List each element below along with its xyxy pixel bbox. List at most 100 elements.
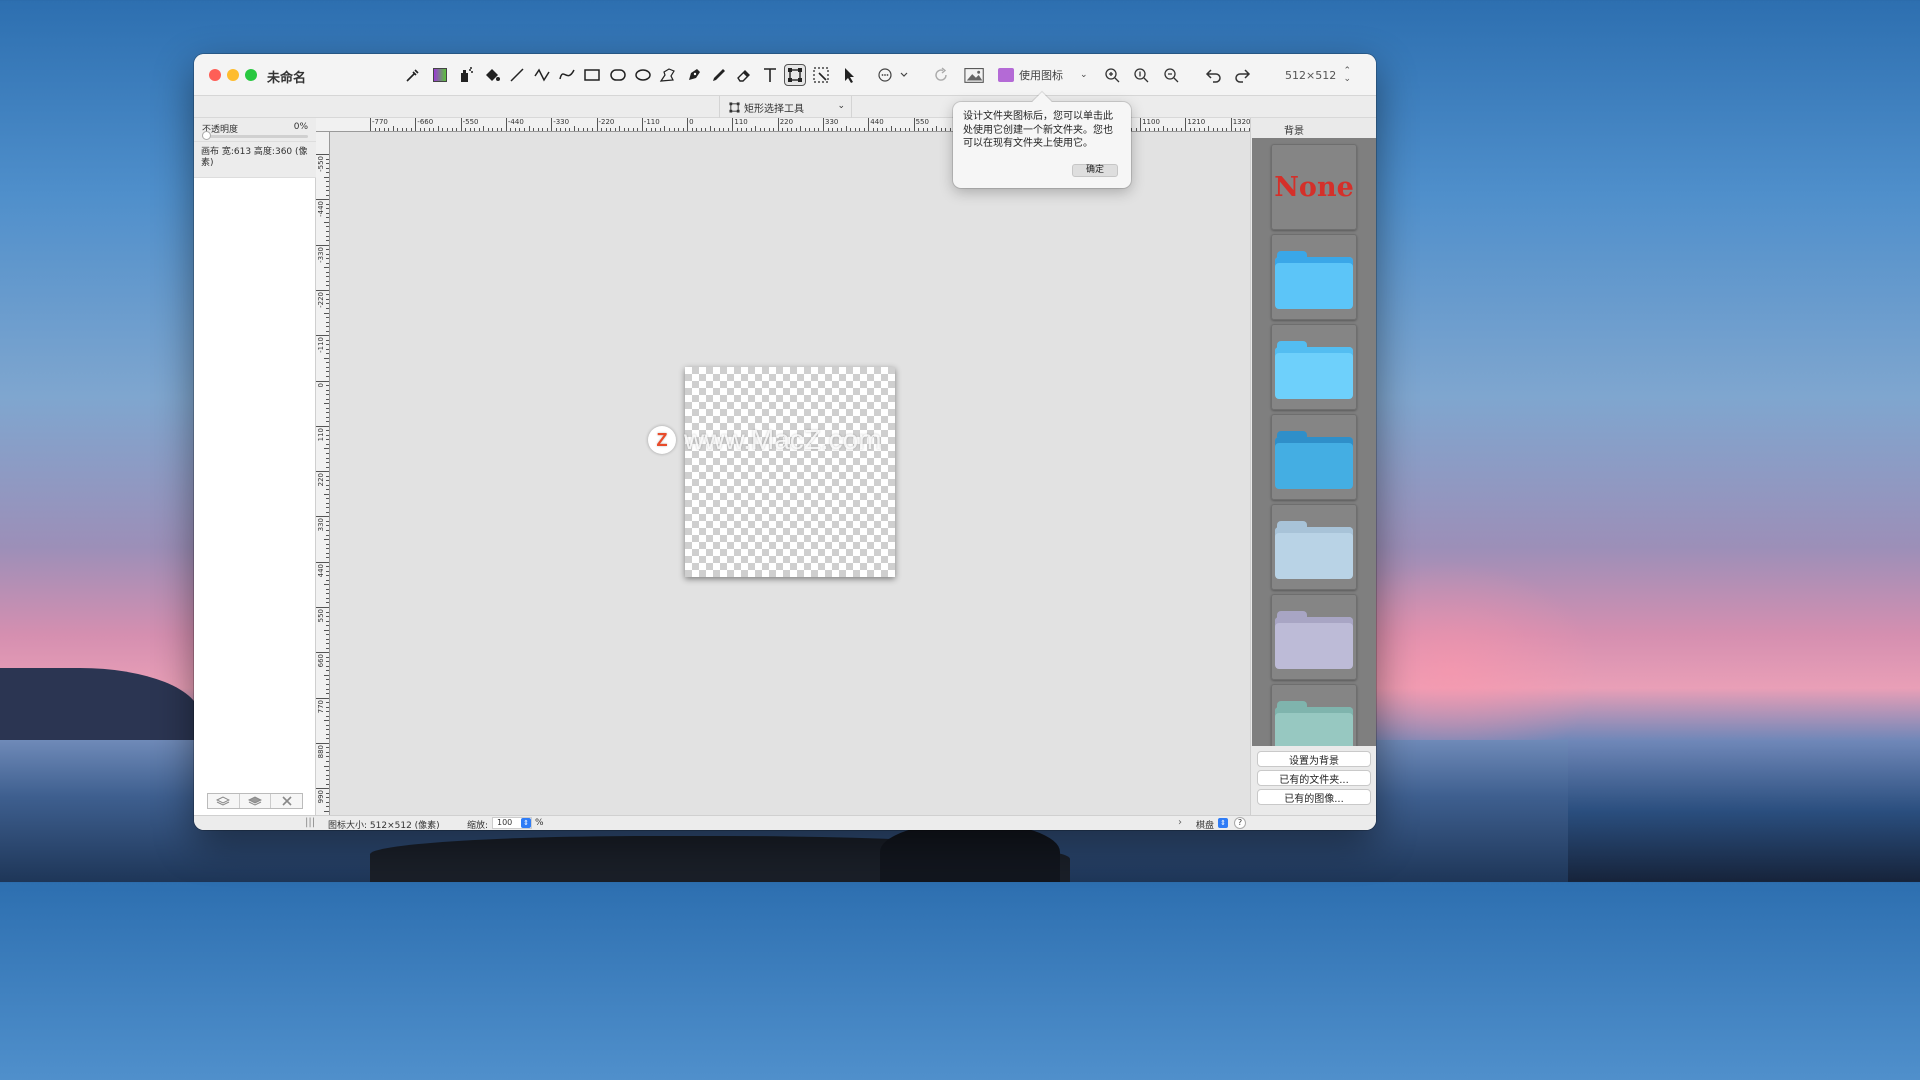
ruler-tick [316,289,329,291]
folder-icon [1275,431,1353,489]
ruler-label: 1210 [1187,118,1206,126]
ruler-label: 440 [317,563,325,578]
tool-options-bar: 矩形选择工具 ⌄ [194,96,1376,118]
spray-icon[interactable] [455,64,477,86]
popover-ok-button[interactable]: 确定 [1072,164,1118,177]
background-folder-item[interactable] [1271,504,1357,590]
pen-icon[interactable] [683,64,705,86]
rectangle-icon[interactable] [581,64,603,86]
chevron-right-icon[interactable]: › [1178,817,1182,828]
zoom-in-icon[interactable] [1101,64,1123,86]
ellipse-icon[interactable] [632,64,654,86]
ruler-label: 0 [317,382,325,387]
curve-icon[interactable] [556,64,578,86]
desktop-wallpaper-hills [0,668,200,748]
chevron-down-icon: ⌄ [1080,70,1088,80]
popover-text: 设计文件夹图标后，您可以单击此处使用它创建一个新文件夹。您也可以在现有文件夹上使… [963,111,1113,149]
icon-size-status: 图标大小: 512×512 (像素) [328,821,440,830]
magic-select-icon[interactable] [810,64,832,86]
ruler-tick [596,118,598,131]
ruler-label: 110 [734,118,748,126]
ruler-label: 220 [779,118,794,126]
ruler-label: -440 [507,118,524,126]
delete-layer-icon[interactable] [271,794,302,808]
ruler-tick [316,471,329,473]
paint-bucket-icon[interactable] [481,64,503,86]
ruler-tick [641,118,643,131]
freeform-icon[interactable] [657,64,679,86]
minimize-window-button[interactable] [227,69,239,81]
line-icon[interactable] [506,64,528,86]
vertical-ruler: -550 -440 -330 -220 -110 0 110 220 330 440 550 660 7… [316,132,330,815]
ruler-label: 330 [317,518,325,532]
rect-select-icon[interactable] [784,64,806,86]
set-as-background-button[interactable]: 设置为背景 [1257,751,1371,767]
zoom-actual-icon[interactable] [1130,64,1152,86]
rounded-rect-icon[interactable] [607,64,629,86]
ruler-label: 110 [317,427,325,442]
folder-body [1275,437,1353,489]
refresh-icon[interactable] [930,64,952,86]
opacity-slider[interactable] [202,135,308,138]
ruler-tick [316,244,329,246]
redo-icon[interactable] [1231,64,1253,86]
eraser-icon[interactable] [733,64,755,86]
undo-icon[interactable] [1203,64,1225,86]
background-list[interactable]: None [1252,138,1376,746]
icon-canvas[interactable] [685,367,895,577]
ruler-label: 0 [689,118,694,126]
ruler-label: -550 [317,156,325,172]
pencil-icon[interactable] [708,64,730,86]
folder-body [1275,347,1353,399]
more-options-icon[interactable] [877,64,911,86]
layer-buttons [207,793,303,809]
watermark: Z www.MacZ.com [648,424,882,456]
color-swatch-icon[interactable] [429,64,451,86]
tool-select-dropdown[interactable]: 矩形选择工具 ⌄ [719,96,852,118]
background-folder-item[interactable] [1271,594,1357,680]
background-folder-item[interactable] [1271,234,1357,320]
existing-folder-button[interactable]: 已有的文件夹... [1257,770,1371,786]
icon-size-select[interactable]: 512×512 ⌃ ⌄ [1277,65,1355,85]
purple-folder-icon [998,68,1014,82]
ruler-label: -220 [317,291,325,308]
background-folder-item[interactable] [1271,324,1357,410]
ruler-label: 990 [317,790,325,804]
existing-image-button[interactable]: 已有的图像... [1257,789,1371,805]
add-layer-icon[interactable] [208,794,240,808]
ruler-tick [316,425,329,427]
use-icon-label: 使用图标 [1019,69,1063,82]
background-none-item[interactable]: None [1271,144,1357,230]
resize-grip-icon[interactable]: ||| [305,817,315,828]
zoom-stepper-icon[interactable]: ⇕ [521,818,531,828]
background-folder-item[interactable] [1271,414,1357,500]
merge-layer-icon[interactable] [240,794,272,808]
background-mode-select[interactable]: 棋盘 [1196,818,1214,830]
close-window-button[interactable] [209,69,221,81]
polyline-icon[interactable] [531,64,553,86]
canvas-area[interactable]: Z www.MacZ.com [330,132,1250,815]
folder-icon [1275,701,1353,746]
help-button[interactable]: ? [1234,817,1246,829]
folder-body [1275,257,1353,309]
ruler-label: 1320 [1232,118,1250,126]
ruler-tick [1230,118,1232,131]
text-icon[interactable] [759,64,781,86]
ruler-tick [316,561,329,563]
use-icon-button[interactable]: 使用图标 ⌄ [998,65,1088,85]
watermark-text: www.MacZ.com [684,424,882,455]
opacity-control: 不透明度 0% [194,118,316,142]
chevron-down-icon: ⌄ [837,101,845,111]
background-folder-item[interactable] [1271,684,1357,746]
opacity-value: 0% [293,122,308,132]
pointer-icon[interactable] [838,64,860,86]
image-icon[interactable] [963,64,987,86]
zoom-window-button[interactable] [245,69,257,81]
ruler-label: -110 [317,337,325,354]
ruler-label: 550 [915,118,929,126]
background-stepper-icon[interactable]: ⇕ [1218,818,1228,828]
zoom-out-icon[interactable] [1160,64,1182,86]
opacity-slider-knob[interactable] [202,131,211,140]
canvas-layer-info[interactable]: 画布 宽:613 高度:360 (像素) [194,142,316,178]
eyedropper-icon[interactable] [402,64,424,86]
